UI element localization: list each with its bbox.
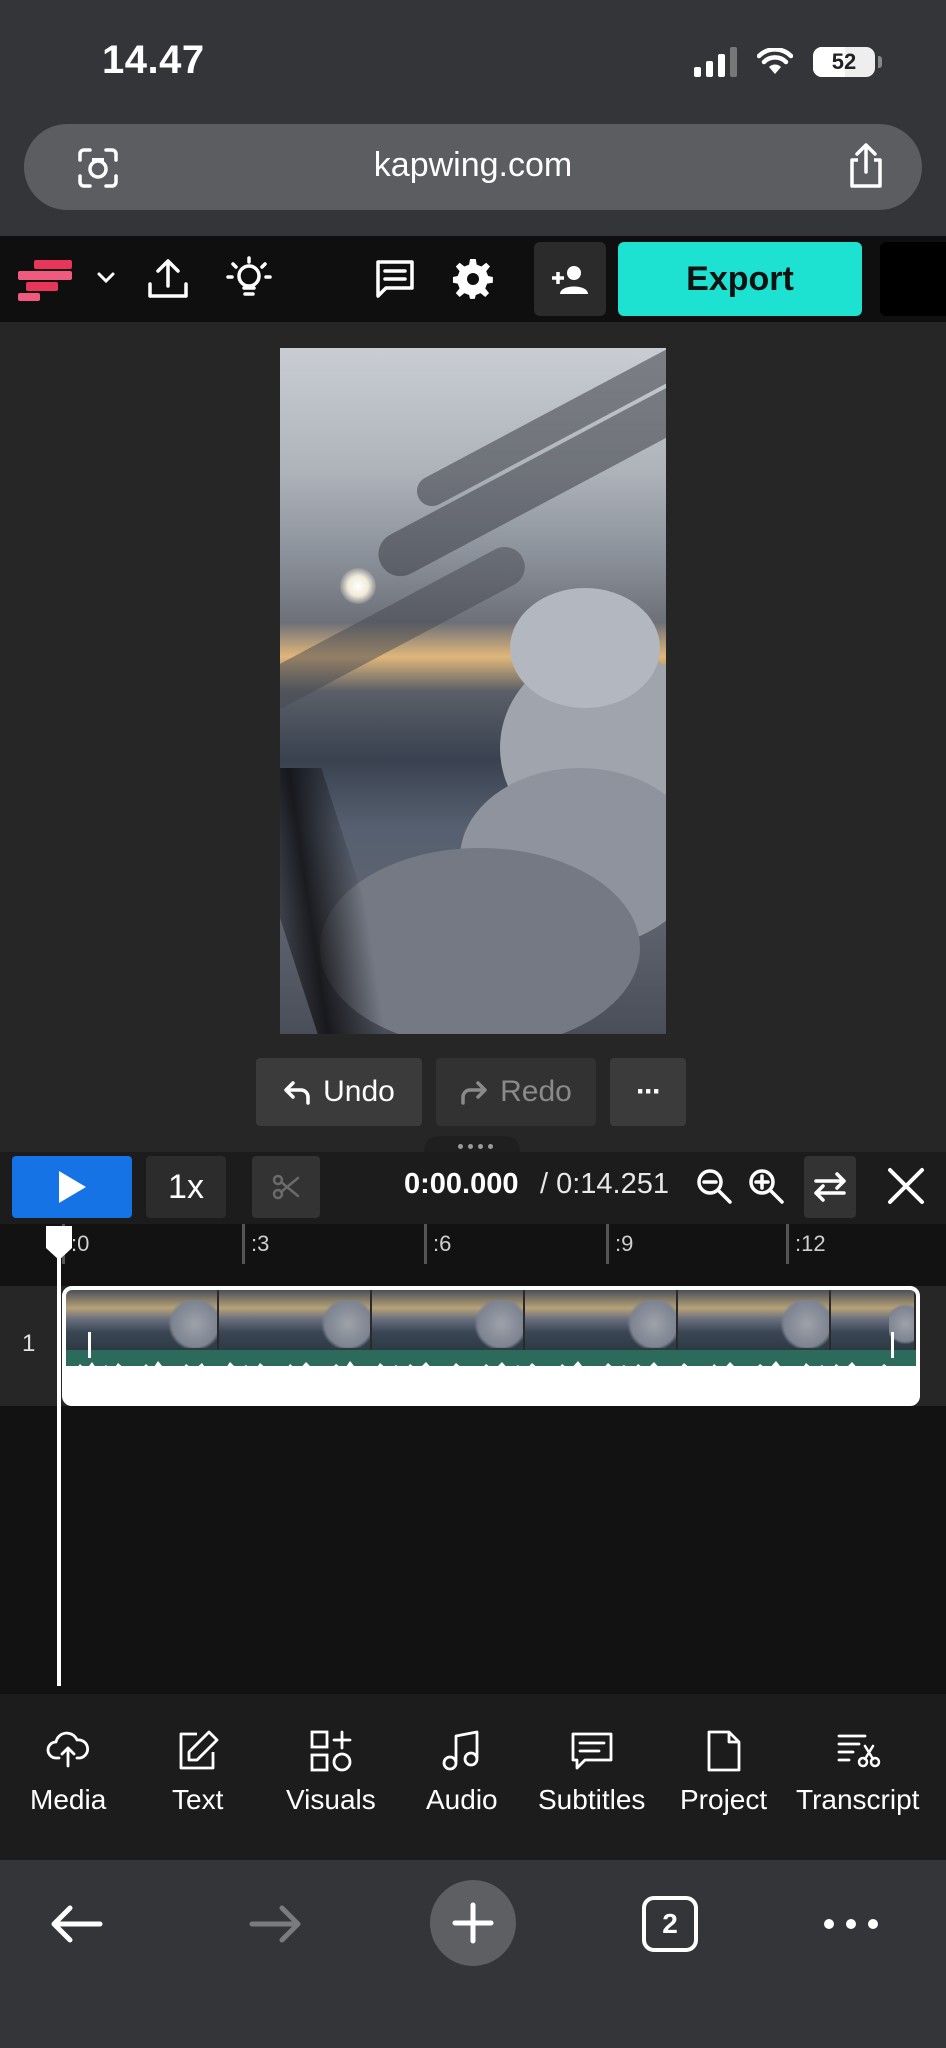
url-text[interactable]: kapwing.com bbox=[24, 146, 922, 185]
comment-icon[interactable] bbox=[374, 258, 416, 300]
upload-cloud-icon bbox=[46, 1731, 90, 1768]
undo-icon bbox=[284, 1081, 310, 1105]
playhead-handle[interactable] bbox=[44, 1224, 74, 1262]
kapwing-mobile-editor: 14.47 52 kapwing.com Export Undo Redo ··… bbox=[0, 0, 946, 2048]
kapwing-logo-menu[interactable] bbox=[14, 258, 78, 302]
tool-label: Project bbox=[680, 1784, 768, 1815]
tool-label: Subtitles bbox=[538, 1784, 646, 1815]
clip-thumbnails bbox=[66, 1290, 916, 1350]
play-button[interactable] bbox=[12, 1156, 132, 1218]
gear-icon[interactable] bbox=[452, 258, 494, 300]
edit-text-icon bbox=[179, 1730, 219, 1770]
ruler-tick: :6 bbox=[424, 1224, 451, 1264]
battery-group: 52 bbox=[813, 47, 882, 77]
trim-handle-left[interactable] bbox=[88, 1332, 91, 1358]
tabs-button[interactable]: 2 bbox=[642, 1886, 698, 1962]
add-person-icon bbox=[552, 266, 588, 294]
tool-label: Media bbox=[30, 1784, 107, 1815]
share-icon[interactable] bbox=[844, 142, 888, 190]
new-tab-button[interactable] bbox=[430, 1880, 516, 1966]
transcript-scissors-icon bbox=[837, 1734, 880, 1768]
tab-count: 2 bbox=[642, 1896, 698, 1952]
shapes-plus-icon bbox=[310, 1730, 352, 1772]
tool-subtitles[interactable]: Subtitles bbox=[538, 1728, 645, 1816]
tool-audio[interactable]: Audio bbox=[426, 1728, 498, 1816]
timeline[interactable]: :0 :3 :6 :9 :12 1 bbox=[0, 1224, 946, 1694]
total-duration: / 0:14.251 bbox=[540, 1168, 669, 1200]
back-arrow-icon[interactable] bbox=[46, 1886, 106, 1962]
trim-handle-right[interactable] bbox=[891, 1332, 894, 1358]
zoom-out-icon[interactable] bbox=[694, 1166, 734, 1206]
video-clip[interactable] bbox=[62, 1286, 920, 1406]
time-ruler[interactable]: :0 :3 :6 :9 :12 bbox=[0, 1224, 946, 1264]
scissors-icon bbox=[272, 1174, 300, 1200]
chevron-down-icon[interactable] bbox=[96, 270, 116, 286]
current-time: 0:00.000 bbox=[404, 1168, 519, 1200]
playhead-line[interactable] bbox=[57, 1244, 61, 1686]
battery-icon: 52 bbox=[813, 47, 875, 77]
status-time: 14.47 bbox=[102, 38, 205, 82]
browser-toolbar: 2 bbox=[0, 1860, 946, 2048]
plus-icon bbox=[452, 1902, 494, 1944]
tool-label: Visuals bbox=[286, 1784, 376, 1815]
more-options-button[interactable]: ··· bbox=[610, 1058, 686, 1126]
timeline-controls: 1x 0:00.000 / 0:14.251 bbox=[0, 1152, 946, 1224]
ruler-tick: :12 bbox=[786, 1224, 826, 1264]
battery-tip bbox=[878, 56, 882, 68]
audio-waveform bbox=[66, 1350, 916, 1402]
tool-transcript[interactable]: Transcript bbox=[796, 1728, 919, 1816]
history-controls: Undo Redo ··· bbox=[256, 1058, 686, 1126]
undo-label: Undo bbox=[323, 1075, 395, 1108]
app-toolbar: Export bbox=[0, 236, 946, 322]
tool-media[interactable]: Media bbox=[30, 1728, 106, 1816]
swap-arrows-icon bbox=[814, 1172, 846, 1202]
redo-label: Redo bbox=[500, 1075, 572, 1108]
split-button[interactable] bbox=[252, 1156, 320, 1218]
address-bar[interactable]: kapwing.com bbox=[24, 124, 922, 210]
video-preview[interactable] bbox=[280, 348, 666, 1034]
editor-canvas: Undo Redo ··· bbox=[0, 322, 946, 1152]
upload-icon[interactable] bbox=[146, 256, 190, 302]
zoom-in-icon[interactable] bbox=[746, 1166, 786, 1206]
tool-label: Transcript bbox=[796, 1784, 920, 1815]
status-bar: 14.47 52 bbox=[0, 0, 946, 120]
undo-button[interactable]: Undo bbox=[256, 1058, 422, 1126]
music-note-icon bbox=[442, 1730, 479, 1771]
cellular-signal-icon bbox=[694, 47, 737, 77]
tool-visuals[interactable]: Visuals bbox=[286, 1728, 376, 1816]
ruler-tick: :3 bbox=[242, 1224, 269, 1264]
swap-layout-button[interactable] bbox=[804, 1156, 856, 1218]
tool-label: Audio bbox=[426, 1784, 498, 1815]
overflow-button[interactable] bbox=[880, 242, 946, 316]
more-options-label: ··· bbox=[636, 1075, 662, 1108]
tools-bar: Media Text Visuals Audio Subtitles Proje… bbox=[0, 1694, 946, 1860]
wifi-icon bbox=[757, 48, 793, 74]
ruler-tick: :9 bbox=[606, 1224, 633, 1264]
sun-glare bbox=[340, 568, 376, 604]
status-icons: 52 bbox=[694, 44, 882, 80]
redo-icon bbox=[461, 1081, 487, 1105]
kapwing-logo-icon bbox=[18, 260, 72, 301]
export-button[interactable]: Export bbox=[618, 242, 862, 316]
tool-text[interactable]: Text bbox=[172, 1728, 223, 1816]
battery-level: 52 bbox=[831, 49, 857, 74]
document-icon bbox=[707, 1730, 740, 1772]
invite-button[interactable] bbox=[534, 242, 606, 316]
tool-project[interactable]: Project bbox=[680, 1728, 767, 1816]
forward-arrow-icon[interactable] bbox=[246, 1886, 306, 1962]
track-number: 1 bbox=[22, 1330, 36, 1357]
more-dots-icon[interactable] bbox=[822, 1886, 880, 1962]
subtitles-icon bbox=[571, 1732, 613, 1770]
play-icon bbox=[59, 1171, 86, 1203]
playback-speed-button[interactable]: 1x bbox=[146, 1156, 226, 1218]
close-icon[interactable] bbox=[884, 1164, 928, 1208]
lightbulb-icon[interactable] bbox=[224, 254, 274, 304]
tool-label: Text bbox=[172, 1784, 224, 1815]
redo-button[interactable]: Redo bbox=[436, 1058, 596, 1126]
